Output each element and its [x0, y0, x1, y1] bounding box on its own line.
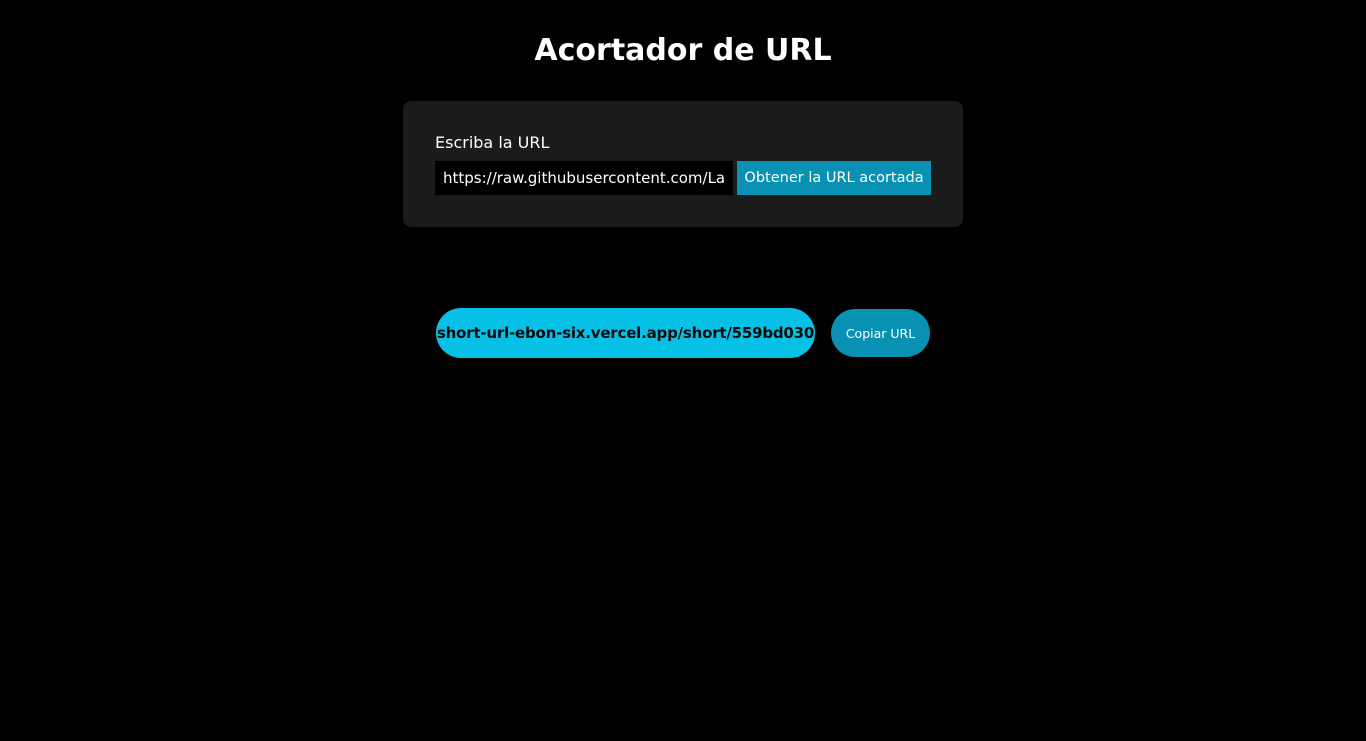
page: Acortador de URL Escriba la URL Obtener …: [0, 0, 1366, 741]
short-url-result: short-url-ebon-six.vercel.app/short/559b…: [436, 308, 815, 358]
url-label: Escriba la URL: [435, 133, 550, 152]
url-input[interactable]: [435, 161, 733, 195]
page-title: Acortador de URL: [534, 33, 832, 68]
shorten-url-button[interactable]: Obtener la URL acortada: [737, 161, 931, 195]
copy-url-button[interactable]: Copiar URL: [831, 309, 930, 357]
url-form-card: Escriba la URL Obtener la URL acortada: [403, 101, 963, 227]
